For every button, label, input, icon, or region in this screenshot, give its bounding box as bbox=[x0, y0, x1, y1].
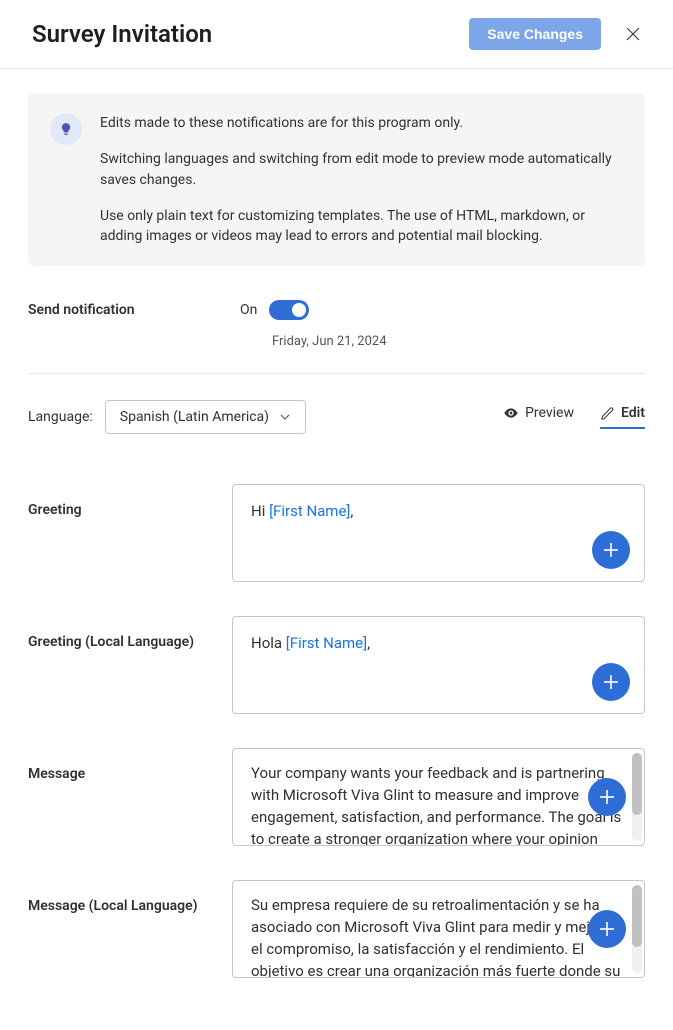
language-label: Language: bbox=[28, 409, 93, 425]
chevron-down-icon bbox=[279, 411, 291, 423]
message-local-input[interactable]: Su empresa requiere de su retroalimentac… bbox=[232, 880, 645, 978]
greeting-input[interactable]: Hi [First Name], bbox=[232, 484, 645, 582]
message-local-text: Su empresa requiere de su retroalimentac… bbox=[233, 881, 644, 977]
greeting-local-suffix: , bbox=[367, 634, 370, 652]
info-line-1: Edits made to these notifications are fo… bbox=[100, 113, 623, 133]
mode-tabs: Preview Edit bbox=[503, 405, 645, 429]
scrollbar-thumb[interactable] bbox=[632, 885, 642, 947]
send-notification-toggle[interactable] bbox=[269, 300, 309, 320]
language-selected-value: Spanish (Latin America) bbox=[120, 409, 269, 425]
add-token-button[interactable] bbox=[588, 910, 626, 948]
message-label: Message bbox=[28, 748, 232, 846]
close-button[interactable] bbox=[621, 22, 645, 46]
lightbulb-icon bbox=[50, 113, 82, 145]
greeting-token: [First Name] bbox=[269, 502, 350, 520]
close-icon bbox=[625, 26, 641, 42]
plus-icon bbox=[602, 673, 620, 691]
greeting-prefix: Hi bbox=[251, 502, 269, 520]
message-input[interactable]: Your company wants your feedback and is … bbox=[232, 748, 645, 846]
add-token-button[interactable] bbox=[588, 778, 626, 816]
greeting-local-input[interactable]: Hola [First Name], bbox=[232, 616, 645, 714]
greeting-label: Greeting bbox=[28, 484, 232, 582]
page-title: Survey Invitation bbox=[32, 20, 212, 48]
header-actions: Save Changes bbox=[469, 18, 645, 50]
greeting-local-label: Greeting (Local Language) bbox=[28, 616, 232, 714]
tab-preview[interactable]: Preview bbox=[503, 405, 574, 429]
eye-icon bbox=[503, 405, 519, 421]
pencil-icon bbox=[600, 406, 615, 421]
plus-icon bbox=[602, 541, 620, 559]
language-select[interactable]: Spanish (Latin America) bbox=[105, 400, 306, 434]
plus-icon bbox=[598, 920, 616, 938]
save-changes-button[interactable]: Save Changes bbox=[469, 18, 601, 50]
dialog-header: Survey Invitation Save Changes bbox=[0, 0, 673, 69]
toggle-knob bbox=[292, 303, 306, 317]
message-text: Your company wants your feedback and is … bbox=[233, 749, 644, 845]
plus-icon bbox=[598, 788, 616, 806]
greeting-local-token: [First Name] bbox=[286, 634, 367, 652]
send-notification-label: Send notification bbox=[28, 300, 240, 318]
send-date: Friday, Jun 21, 2024 bbox=[272, 334, 645, 349]
tab-edit[interactable]: Edit bbox=[600, 405, 645, 429]
tab-edit-label: Edit bbox=[621, 405, 645, 421]
info-line-3: Use only plain text for customizing temp… bbox=[100, 206, 623, 247]
scrollbar-thumb[interactable] bbox=[632, 753, 642, 815]
greeting-suffix: , bbox=[350, 502, 353, 520]
info-line-2: Switching languages and switching from e… bbox=[100, 149, 623, 190]
message-local-label: Message (Local Language) bbox=[28, 880, 232, 978]
info-text: Edits made to these notifications are fo… bbox=[100, 113, 623, 246]
greeting-local-prefix: Hola bbox=[251, 634, 286, 652]
info-banner: Edits made to these notifications are fo… bbox=[28, 93, 645, 266]
tab-preview-label: Preview bbox=[525, 405, 574, 421]
divider bbox=[28, 373, 645, 374]
toggle-state-label: On bbox=[240, 302, 257, 318]
